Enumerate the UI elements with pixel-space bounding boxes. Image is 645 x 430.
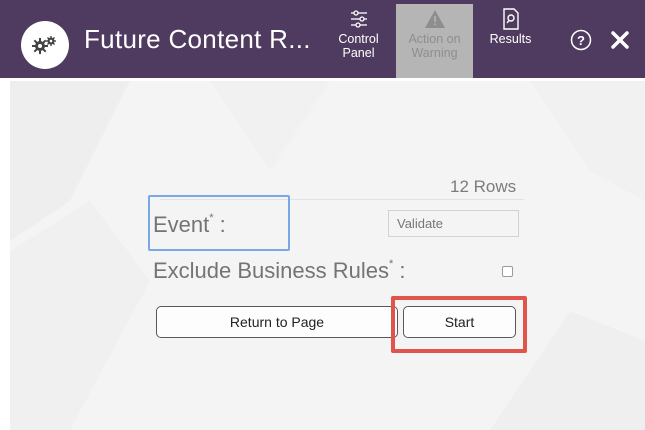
close-button[interactable] [604, 20, 636, 60]
tab-action-on-warning-label: Action on Warning [408, 32, 461, 60]
background-pattern [10, 81, 645, 430]
annotation-highlight [391, 296, 527, 353]
exclude-business-rules-label: Exclude Business Rules* : [153, 257, 406, 283]
warning-triangle-icon [424, 6, 446, 32]
tab-results[interactable]: Results [472, 4, 549, 78]
content-panel [10, 81, 645, 430]
help-button[interactable]: ? [565, 20, 597, 60]
sliders-icon [348, 6, 370, 32]
help-circle-icon: ? [570, 29, 592, 51]
svg-text:?: ? [577, 33, 585, 48]
app-title: Future Content R... [84, 24, 311, 54]
app-header: Future Content R... Control Panel Action… [0, 0, 645, 81]
exclude-business-rules-checkbox[interactable] [502, 266, 513, 277]
tab-action-on-warning: Action on Warning [396, 4, 473, 78]
event-input[interactable] [388, 210, 519, 237]
rows-count: 12 Rows [450, 177, 517, 196]
close-icon [611, 31, 629, 49]
document-search-icon [502, 6, 520, 32]
tab-control-panel-label: Control Panel [338, 32, 379, 60]
return-to-page-button[interactable]: Return to Page [156, 306, 398, 338]
tab-results-label: Results [489, 32, 532, 46]
gears-icon [21, 21, 69, 69]
event-label: Event* : [153, 211, 226, 237]
tab-control-panel[interactable]: Control Panel [320, 4, 397, 78]
